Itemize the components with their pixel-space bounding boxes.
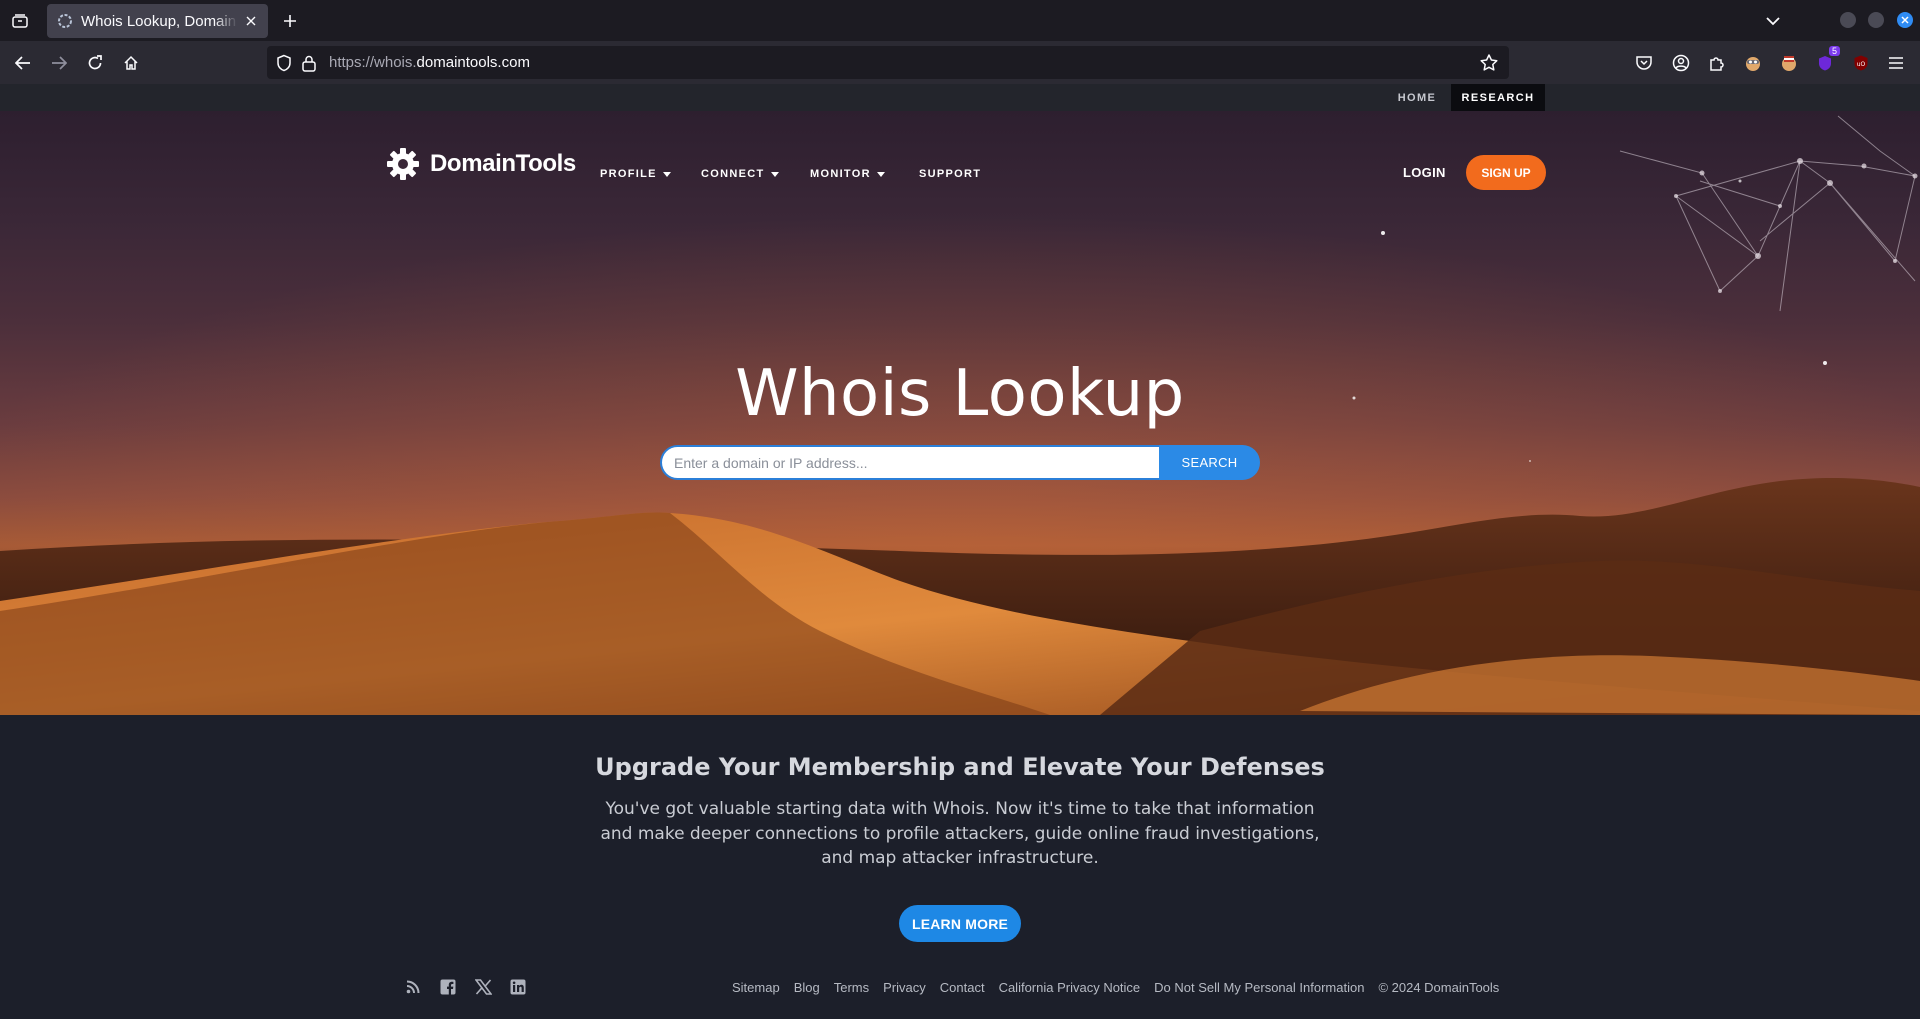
footer-link-blog[interactable]: Blog — [794, 980, 820, 995]
site-header: DomainTools PROFILE CONNECT MONITOR SUPP… — [0, 111, 1920, 211]
home-icon[interactable] — [119, 51, 143, 75]
site-footer: Sitemap Blog Terms Privacy Contact Calif… — [0, 972, 1920, 1002]
footer-link-do-not-sell[interactable]: Do Not Sell My Personal Information — [1154, 980, 1364, 995]
ublock-origin-icon[interactable]: uO — [1850, 52, 1872, 74]
forward-arrow-icon[interactable] — [47, 51, 71, 75]
linkedin-icon[interactable] — [509, 978, 527, 996]
reload-icon[interactable] — [83, 51, 107, 75]
menu-monitor-label: MONITOR — [810, 168, 871, 180]
menu-profile[interactable]: PROFILE — [600, 168, 671, 180]
browser-toolbar: https://whois.domaintools.com 5 uO — [0, 41, 1920, 84]
x-icon[interactable] — [474, 978, 492, 996]
svg-text:uO: uO — [1857, 61, 1866, 68]
footer-copyright: © 2024 DomainTools — [1378, 980, 1500, 995]
upgrade-promo-section: Upgrade Your Membership and Elevate Your… — [0, 715, 1920, 1019]
footer-link-sitemap[interactable]: Sitemap — [732, 980, 780, 995]
tab-favicon-icon — [57, 13, 73, 29]
footer-link-california-privacy[interactable]: California Privacy Notice — [999, 980, 1141, 995]
chevron-down-icon[interactable] — [1762, 10, 1784, 32]
web-page: HOME RESEARCH DomainTools PROFILE CONNEC… — [0, 84, 1920, 1019]
domain-search-input[interactable] — [660, 445, 1159, 480]
facebook-icon[interactable] — [439, 978, 457, 996]
url-text[interactable]: https://whois.domaintools.com — [329, 54, 530, 71]
caret-down-icon — [876, 171, 885, 177]
promo-description: You've got valuable starting data with W… — [600, 799, 1320, 868]
back-arrow-icon[interactable] — [11, 51, 35, 75]
maximize-window-button[interactable] — [1868, 12, 1884, 28]
tracking-protection-shield-icon[interactable] — [275, 54, 293, 72]
gear-logo-icon — [387, 148, 419, 180]
hero-section: DomainTools PROFILE CONNECT MONITOR SUPP… — [0, 111, 1920, 715]
bookmark-star-icon[interactable] — [1479, 53, 1499, 73]
menu-profile-label: PROFILE — [600, 168, 657, 180]
rss-icon[interactable] — [404, 978, 422, 996]
caret-down-icon — [770, 171, 779, 177]
active-tab[interactable]: Whois Lookup, Domain Availability & IP S… — [47, 4, 268, 38]
menu-connect-label: CONNECT — [701, 168, 765, 180]
caret-down-icon — [662, 171, 671, 177]
whois-search-form: SEARCH — [660, 445, 1260, 480]
extension-flag-icon[interactable] — [1778, 52, 1800, 74]
extensions-puzzle-icon[interactable] — [1706, 52, 1728, 74]
domaintools-logo[interactable]: DomainTools — [386, 147, 576, 181]
footer-link-contact[interactable]: Contact — [940, 980, 985, 995]
logo-text: DomainTools — [430, 150, 576, 177]
browser-tab-bar: Whois Lookup, Domain Availability & IP S… — [0, 0, 1920, 41]
search-button[interactable]: SEARCH — [1159, 445, 1260, 480]
footer-links: Sitemap Blog Terms Privacy Contact Calif… — [732, 980, 1499, 995]
footer-link-terms[interactable]: Terms — [834, 980, 869, 995]
utility-nav-research[interactable]: RESEARCH — [1451, 84, 1545, 111]
menu-connect[interactable]: CONNECT — [701, 168, 779, 180]
url-prefix: https://whois. — [329, 54, 417, 71]
utility-nav-home[interactable]: HOME — [1387, 84, 1447, 111]
pocket-icon[interactable] — [1633, 52, 1655, 74]
learn-more-button[interactable]: LEARN MORE — [899, 905, 1021, 942]
minimize-window-button[interactable] — [1840, 12, 1856, 28]
login-link[interactable]: LOGIN — [1403, 165, 1446, 180]
footer-link-privacy[interactable]: Privacy — [883, 980, 926, 995]
extension-shield-icon[interactable]: 5 — [1814, 46, 1840, 74]
utility-nav-bar: HOME RESEARCH — [0, 84, 1920, 111]
page-title: Whois Lookup — [735, 357, 1185, 431]
menu-support[interactable]: SUPPORT — [919, 168, 981, 180]
close-window-button[interactable] — [1897, 12, 1913, 28]
new-tab-icon[interactable] — [278, 9, 302, 33]
hamburger-menu-icon[interactable] — [1885, 52, 1907, 74]
menu-monitor[interactable]: MONITOR — [810, 168, 885, 180]
tab-title: Whois Lookup, Domain Availability & IP S… — [81, 12, 238, 30]
extension-badge: 5 — [1828, 46, 1840, 56]
menu-support-label: SUPPORT — [919, 168, 982, 180]
address-bar[interactable]: https://whois.domaintools.com — [267, 46, 1509, 79]
url-domain: domaintools.com — [416, 54, 530, 71]
extension-face-icon[interactable] — [1742, 52, 1764, 74]
account-icon[interactable] — [1670, 52, 1692, 74]
close-tab-icon[interactable] — [242, 12, 260, 30]
list-all-tabs-icon[interactable] — [8, 10, 32, 32]
promo-title: Upgrade Your Membership and Elevate Your… — [595, 753, 1325, 781]
lock-icon[interactable] — [301, 54, 317, 72]
sign-up-button[interactable]: SIGN UP — [1466, 155, 1546, 190]
